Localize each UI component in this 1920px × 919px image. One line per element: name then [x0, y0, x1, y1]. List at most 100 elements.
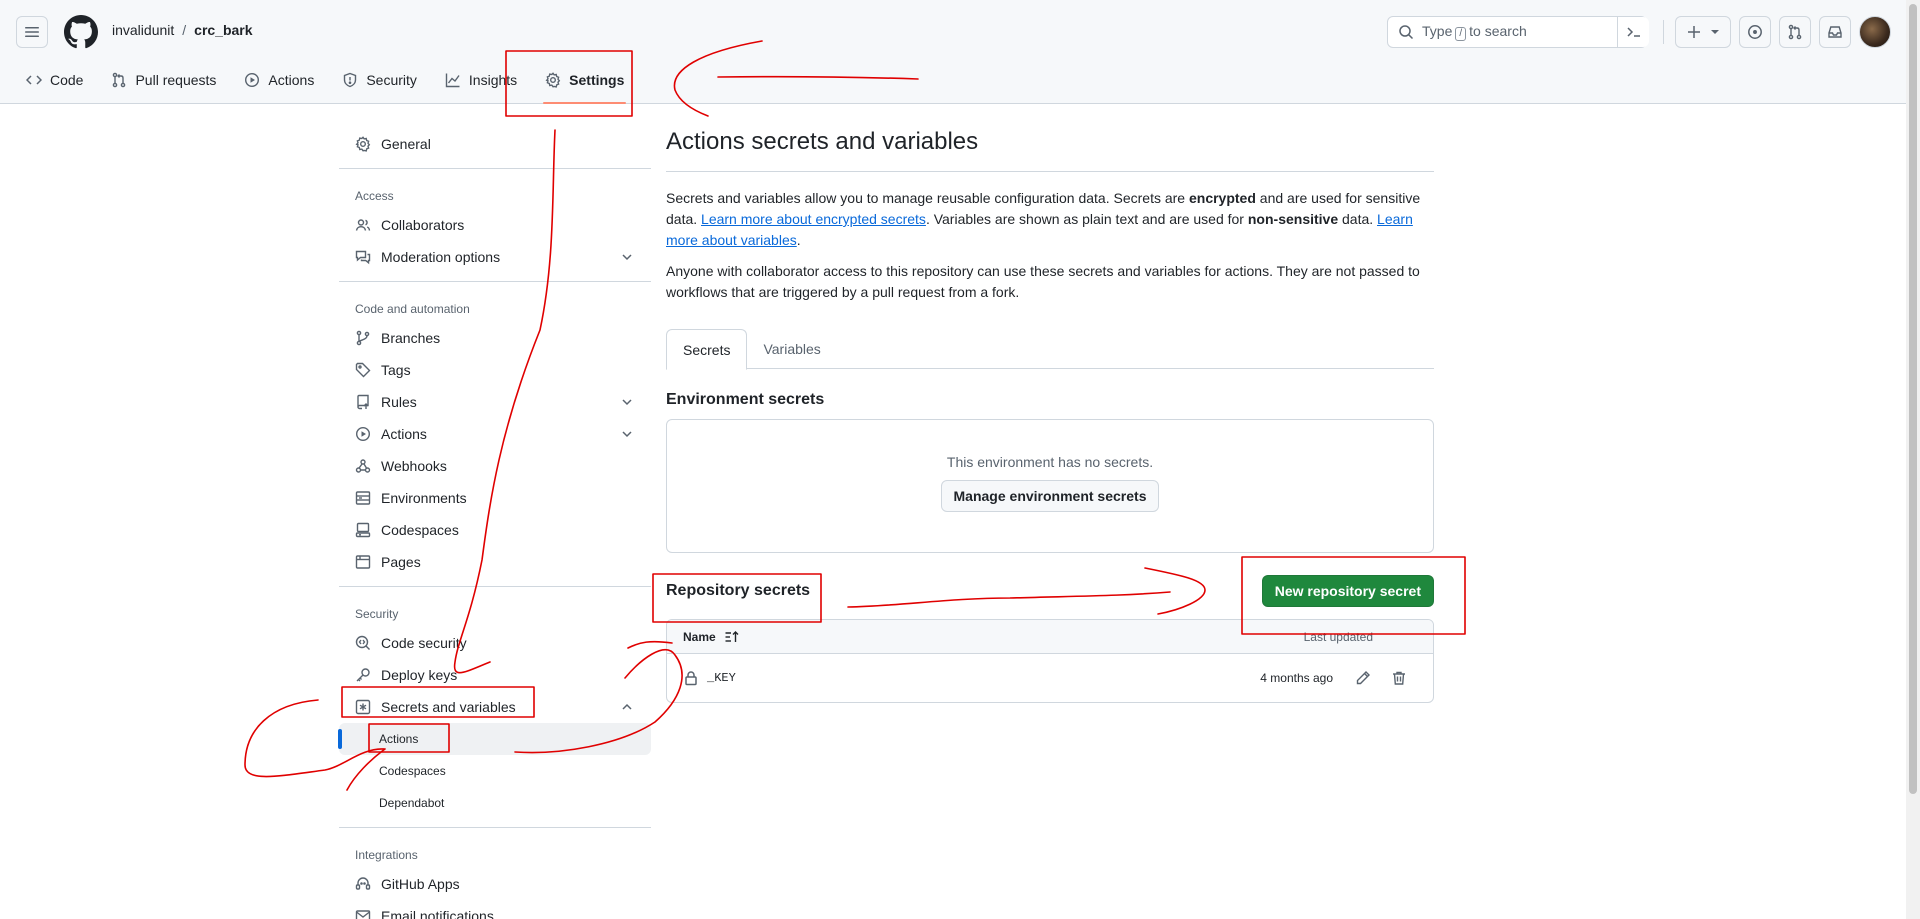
- issues-button[interactable]: [1739, 16, 1771, 48]
- github-logo-icon[interactable]: [64, 15, 98, 49]
- sidebar-subitem-label: Dependabot: [379, 796, 445, 810]
- repository-secrets-header: Repository secrets New repository secret: [666, 575, 1434, 607]
- column-name-header[interactable]: Name: [683, 629, 740, 645]
- sidebar-divider: [339, 168, 651, 169]
- inbox-button[interactable]: [1819, 16, 1851, 48]
- browser-icon: [355, 555, 371, 569]
- command-palette-button[interactable]: [1617, 17, 1649, 47]
- search-input[interactable]: Type / to search: [1387, 16, 1647, 48]
- sidebar-item-deploy-keys[interactable]: Deploy keys: [339, 659, 651, 691]
- sidebar-divider: [339, 827, 651, 828]
- trash-icon: [1393, 671, 1405, 685]
- sidebar-item-label: Code security: [381, 635, 467, 651]
- sidebar-item-pages[interactable]: Pages: [339, 546, 651, 578]
- apps-icon: [355, 877, 371, 890]
- breadcrumb-owner-link[interactable]: invalidunit: [112, 22, 174, 38]
- sidebar-subitem-dependabot[interactable]: Dependabot: [339, 787, 651, 819]
- sidebar-item-webhooks[interactable]: Webhooks: [339, 450, 651, 482]
- scrollbar-thumb[interactable]: [1909, 4, 1917, 794]
- breadcrumb-repo-link[interactable]: crc_bark: [194, 22, 252, 38]
- mail-icon: [355, 910, 371, 919]
- play-icon: [245, 72, 260, 88]
- tag-icon: [355, 362, 371, 378]
- menu-button[interactable]: [16, 16, 48, 48]
- learn-more-secrets-link[interactable]: Learn more about encrypted secrets: [701, 211, 926, 227]
- issue-opened-icon: [1748, 25, 1762, 39]
- sidebar-item-branches[interactable]: Branches: [339, 322, 651, 354]
- sort-asc-icon: [725, 630, 739, 642]
- pull-requests-button[interactable]: [1779, 16, 1811, 48]
- sidebar-group-access: Access: [355, 189, 394, 203]
- search-placeholder: Type / to search: [1422, 23, 1527, 41]
- tab-pull-requests[interactable]: Pull requests: [101, 62, 226, 98]
- tab-insights[interactable]: Insights: [435, 62, 527, 98]
- codespaces-icon: [355, 522, 371, 538]
- new-repository-secret-button[interactable]: New repository secret: [1261, 575, 1434, 607]
- tab-variables[interactable]: Variables: [747, 329, 836, 369]
- main-content: Actions secrets and variables Secrets an…: [666, 128, 1434, 703]
- sidebar-item-label: Secrets and variables: [381, 699, 516, 715]
- sidebar-item-codespaces[interactable]: Codespaces: [339, 514, 651, 546]
- sidebar-item-label: Webhooks: [381, 458, 447, 474]
- sidebar-subitem-codespaces[interactable]: Codespaces: [339, 755, 651, 787]
- app-header: invalidunit / crc_bark Type / to search Co…: [0, 0, 1920, 104]
- sidebar-item-email-notifications[interactable]: Email notifications: [339, 900, 651, 919]
- sidebar-item-general[interactable]: General: [339, 128, 651, 160]
- sidebar-item-label: Collaborators: [381, 217, 465, 233]
- sidebar-item-code-security[interactable]: Code security: [339, 627, 651, 659]
- create-new-button[interactable]: [1675, 16, 1731, 48]
- sidebar-divider: [339, 281, 651, 282]
- sidebar-item-moderation[interactable]: Moderation options: [339, 241, 651, 273]
- sidebar-group-integrations: Integrations: [355, 848, 418, 862]
- tab-actions-label: Actions: [268, 72, 315, 88]
- sidebar-item-label: Actions: [381, 426, 427, 442]
- tab-settings-label: Settings: [569, 72, 625, 88]
- server-icon: [355, 491, 371, 505]
- triangle-down-icon: [1711, 30, 1719, 34]
- tab-code[interactable]: Code: [16, 62, 93, 98]
- column-last-updated-header: Last updated: [1303, 629, 1373, 644]
- page-title: Actions secrets and variables: [666, 128, 1434, 172]
- edit-secret-button[interactable]: [1349, 664, 1377, 692]
- sidebar-item-collaborators[interactable]: Collaborators: [339, 209, 651, 241]
- environment-secrets-box: This environment has no secrets. Manage …: [666, 419, 1434, 553]
- comment-discussion-icon: [355, 250, 371, 265]
- webhook-icon: [355, 459, 371, 473]
- secrets-variables-tabs: Secrets Variables: [666, 329, 1434, 370]
- sidebar-item-label: Rules: [381, 394, 417, 410]
- sidebar-item-label: General: [381, 136, 431, 152]
- tab-security[interactable]: Security: [332, 62, 427, 98]
- tab-secrets[interactable]: Secrets: [666, 329, 748, 370]
- manage-environment-secrets-button[interactable]: Manage environment secrets: [940, 480, 1160, 512]
- page-scrollbar[interactable]: [1906, 0, 1920, 919]
- header-divider: [1663, 20, 1664, 44]
- delete-secret-button[interactable]: [1385, 664, 1413, 692]
- repo-tabs: Code Pull requests Actions Security Insi…: [16, 62, 642, 104]
- sidebar-subitem-actions[interactable]: Actions: [338, 723, 651, 755]
- user-avatar[interactable]: [1859, 16, 1891, 48]
- tab-security-label: Security: [366, 72, 417, 88]
- sidebar-item-label: Branches: [381, 330, 441, 346]
- environment-secrets-heading: Environment secrets: [666, 391, 825, 408]
- sidebar-item-github-apps[interactable]: GitHub Apps: [339, 868, 651, 900]
- breadcrumb: invalidunit / crc_bark: [112, 22, 253, 38]
- sidebar-item-actions[interactable]: Actions: [339, 418, 651, 450]
- sidebar-item-label: GitHub Apps: [381, 876, 460, 892]
- tab-actions[interactable]: Actions: [234, 62, 324, 98]
- tab-settings[interactable]: Settings: [535, 62, 634, 104]
- search-shortcut-key: /: [1455, 27, 1467, 41]
- sidebar-item-rules[interactable]: Rules: [339, 386, 651, 418]
- git-branch-icon: [356, 330, 370, 346]
- tab-insights-label: Insights: [468, 72, 518, 88]
- sidebar-item-secrets-variables[interactable]: Secrets and variables: [339, 691, 651, 723]
- lock-icon: [685, 671, 697, 686]
- sidebar-item-label: Codespaces: [381, 522, 459, 538]
- sidebar-item-tags[interactable]: Tags: [339, 354, 651, 386]
- sidebar-subitem-label: Actions: [379, 732, 419, 746]
- sidebar-item-environments[interactable]: Environments: [339, 482, 651, 514]
- play-icon: [355, 426, 371, 442]
- secret-name: _KEY: [707, 671, 736, 685]
- hamburger-icon: [25, 27, 39, 37]
- sidebar-divider: [339, 586, 651, 587]
- shield-icon: [344, 72, 357, 88]
